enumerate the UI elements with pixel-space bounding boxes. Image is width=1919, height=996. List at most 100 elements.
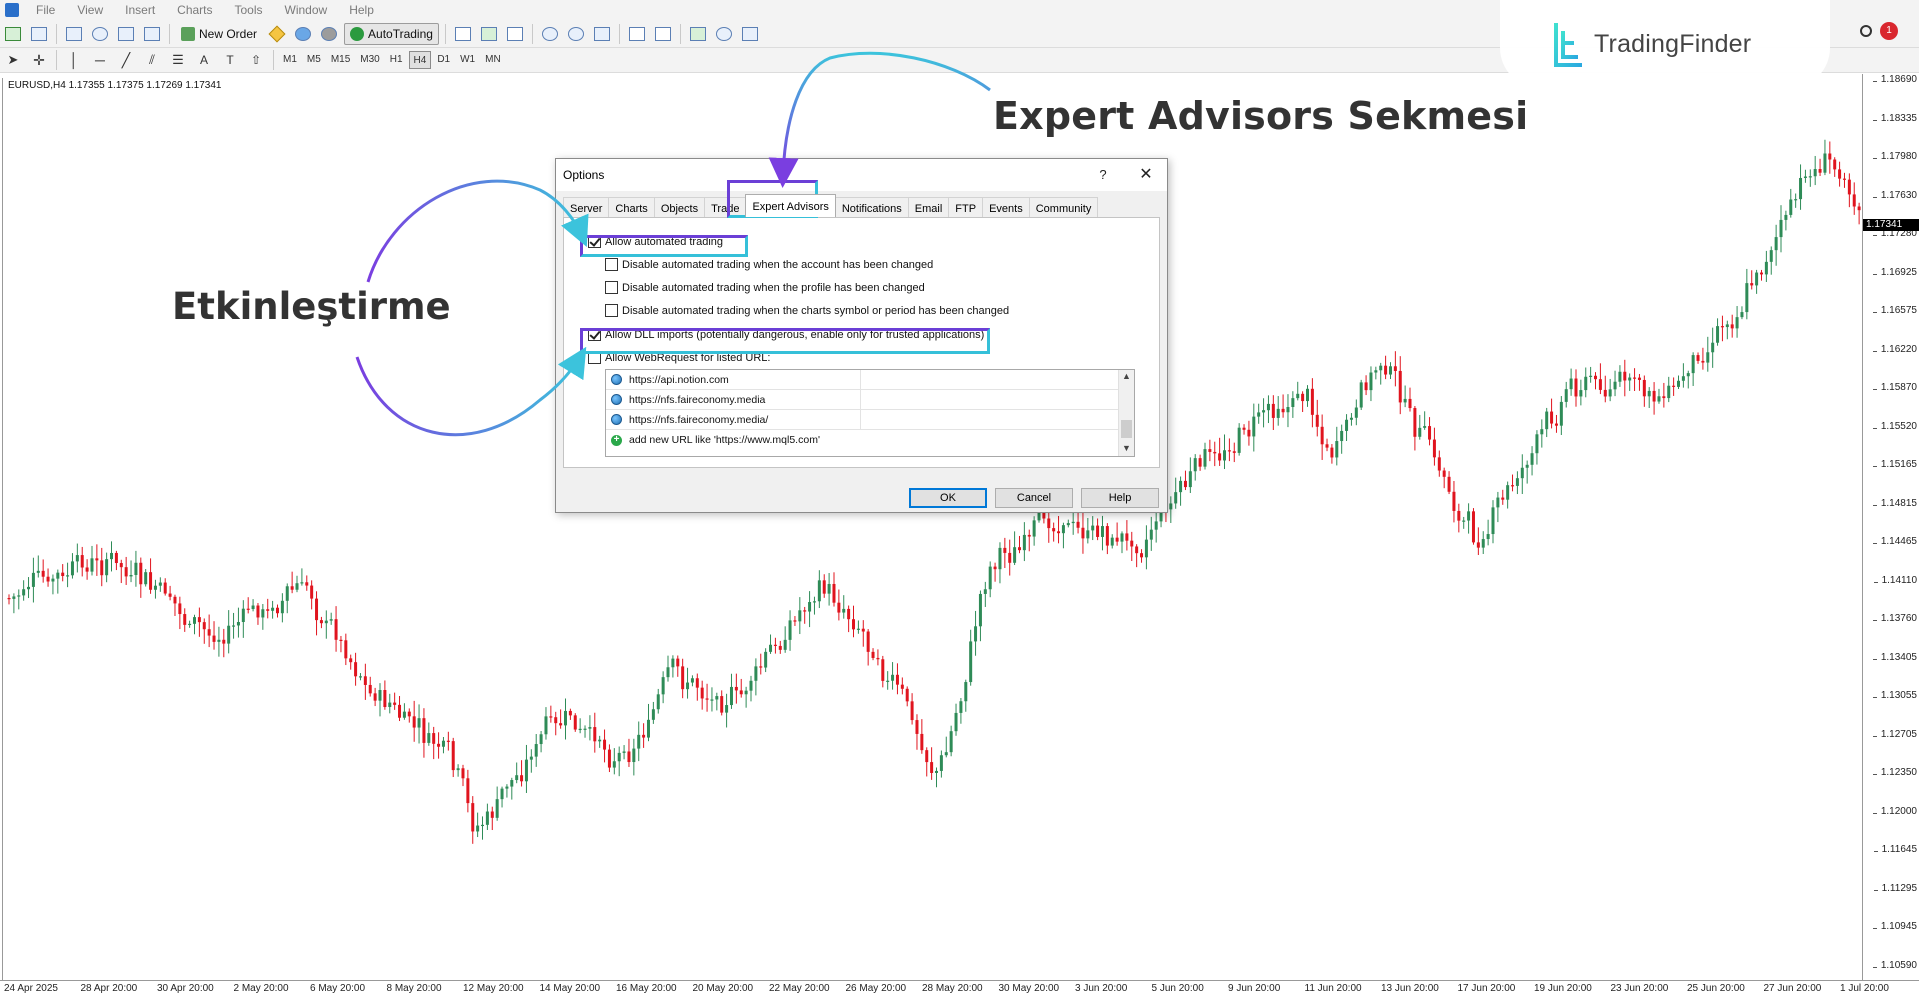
tab-charts[interactable]: Charts [608, 197, 655, 217]
option-disable-on-account-change[interactable]: Disable automated trading when the accou… [605, 258, 933, 271]
bullish-candle [1745, 283, 1749, 313]
checkbox-disable-on-account-change[interactable] [605, 258, 618, 271]
bearish-candle [149, 572, 153, 590]
fibonacci-icon[interactable]: ☰ [167, 49, 189, 71]
tile-windows-icon[interactable] [591, 23, 613, 45]
bullish-candle [476, 825, 480, 832]
cursor-icon[interactable]: ➤ [2, 49, 24, 71]
bullish-candle [1535, 434, 1539, 454]
community-icon[interactable] [318, 23, 340, 45]
market-watch-icon[interactable] [63, 23, 85, 45]
help-question-icon[interactable]: ? [1092, 165, 1114, 185]
timeframe-mn[interactable]: MN [481, 51, 505, 69]
candlestick-icon[interactable] [478, 23, 500, 45]
tab-community[interactable]: Community [1028, 197, 1099, 217]
url-list-item[interactable]: https://api.notion.com [606, 370, 1118, 390]
scroll-thumb[interactable] [1121, 420, 1132, 438]
menu-window[interactable]: Window [274, 0, 339, 20]
horizontal-line-icon[interactable]: ─ [89, 49, 111, 71]
bullish-candle [1711, 342, 1715, 353]
navigator-icon[interactable] [115, 23, 137, 45]
zoom-out-icon[interactable] [565, 23, 587, 45]
templates-icon[interactable] [739, 23, 761, 45]
url-list-scrollbar[interactable]: ▲ ▼ [1118, 370, 1134, 456]
tab-email[interactable]: Email [907, 197, 950, 217]
crosshair-nav-icon[interactable] [89, 23, 111, 45]
bearish-candle [422, 718, 426, 743]
bar-chart-icon[interactable] [452, 23, 474, 45]
text-label-icon[interactable]: T [219, 49, 241, 71]
scroll-down-icon[interactable]: ▼ [1122, 443, 1131, 453]
ok-button[interactable]: OK [909, 488, 987, 508]
search-icon[interactable] [1860, 25, 1872, 37]
timeframe-h4[interactable]: H4 [408, 51, 432, 69]
close-icon[interactable]: ✕ [1132, 164, 1160, 186]
line-chart-icon[interactable] [504, 23, 526, 45]
menu-help[interactable]: Help [338, 0, 385, 20]
timeframe-m1[interactable]: M1 [279, 51, 301, 69]
bullish-candle [1296, 393, 1300, 399]
bullish-candle [827, 583, 831, 594]
url-list[interactable]: https://api.notion.com https://nfs.faire… [605, 369, 1135, 457]
periods-icon[interactable] [713, 23, 735, 45]
checkbox-disable-on-profile-change[interactable] [605, 281, 618, 294]
indicators-icon[interactable] [687, 23, 709, 45]
tab-objects[interactable]: Objects [653, 197, 706, 217]
tab-events[interactable]: Events [982, 197, 1030, 217]
help-button[interactable]: Help [1081, 488, 1159, 508]
bullish-candle [441, 740, 445, 747]
metaeditor-icon[interactable] [266, 23, 288, 45]
bullish-candle [1794, 199, 1798, 201]
signals-icon[interactable] [292, 23, 314, 45]
cancel-button[interactable]: Cancel [995, 488, 1073, 508]
timeframe-h1[interactable]: H1 [386, 51, 407, 69]
option-disable-on-symbol-change[interactable]: Disable automated trading when the chart… [605, 304, 1009, 317]
vertical-line-icon[interactable]: │ [63, 49, 85, 71]
tab-expert-advisors[interactable]: Expert Advisors [745, 194, 836, 217]
autotrading-button[interactable]: AutoTrading [344, 22, 439, 45]
new-order-button[interactable]: New Order [176, 23, 262, 45]
bullish-candle [27, 586, 31, 590]
tab-ftp[interactable]: FTP [948, 197, 984, 217]
add-url-row[interactable]: + add new URL like 'https://www.mql5.com… [606, 430, 1118, 450]
scroll-up-icon[interactable]: ▲ [1122, 371, 1131, 381]
timeframe-m5[interactable]: M5 [303, 51, 325, 69]
menu-view[interactable]: View [66, 0, 114, 20]
timeframe-d1[interactable]: D1 [433, 51, 454, 69]
bullish-candle [842, 608, 846, 613]
checkbox-disable-on-symbol-change[interactable] [605, 304, 618, 317]
new-chart-icon[interactable] [2, 23, 24, 45]
trendline-icon[interactable]: ╱ [115, 49, 137, 71]
crosshair-icon[interactable]: ✛ [28, 49, 50, 71]
url-list-item[interactable]: https://nfs.faireconomy.media/ [606, 410, 1118, 430]
profiles-icon[interactable] [28, 23, 50, 45]
tab-server[interactable]: Server [563, 197, 610, 217]
text-icon[interactable]: A [193, 49, 215, 71]
autoscroll-icon[interactable] [652, 23, 674, 45]
price-tick-label: 1.14815 [1872, 497, 1917, 509]
bearish-candle [471, 803, 475, 832]
tab-notifications[interactable]: Notifications [834, 197, 909, 217]
zoom-in-icon[interactable] [539, 23, 561, 45]
url-list-item[interactable]: https://nfs.faireconomy.media [606, 390, 1118, 410]
menu-charts[interactable]: Charts [166, 0, 223, 20]
bearish-candle [1652, 390, 1656, 402]
strategy-tester-icon[interactable] [141, 23, 163, 45]
bearish-candle [197, 617, 201, 623]
notification-badge[interactable]: 1 [1880, 22, 1898, 40]
timeframe-w1[interactable]: W1 [456, 51, 479, 69]
timeframe-m30[interactable]: M30 [356, 51, 383, 69]
bearish-candle [559, 723, 563, 726]
arrows-icon[interactable]: ⇧ [245, 49, 267, 71]
price-axis[interactable]: 1.18690 1.18335 1.17980 1.17630 1.17280 1.169… [1862, 74, 1919, 980]
menu-file[interactable]: File [25, 0, 66, 20]
chart-shift-icon[interactable] [626, 23, 648, 45]
time-axis[interactable]: 24 Apr 2025 28 Apr 20:00 30 Apr 20:00 2 May… [0, 980, 1919, 996]
dialog-titlebar[interactable]: Options ? ✕ [556, 159, 1167, 191]
menu-insert[interactable]: Insert [114, 0, 166, 20]
equidistant-channel-icon[interactable]: ⫽ [141, 49, 163, 71]
bearish-candle [642, 734, 646, 738]
option-disable-on-profile-change[interactable]: Disable automated trading when the profi… [605, 281, 925, 294]
menu-tools[interactable]: Tools [224, 0, 274, 20]
timeframe-m15[interactable]: M15 [327, 51, 354, 69]
